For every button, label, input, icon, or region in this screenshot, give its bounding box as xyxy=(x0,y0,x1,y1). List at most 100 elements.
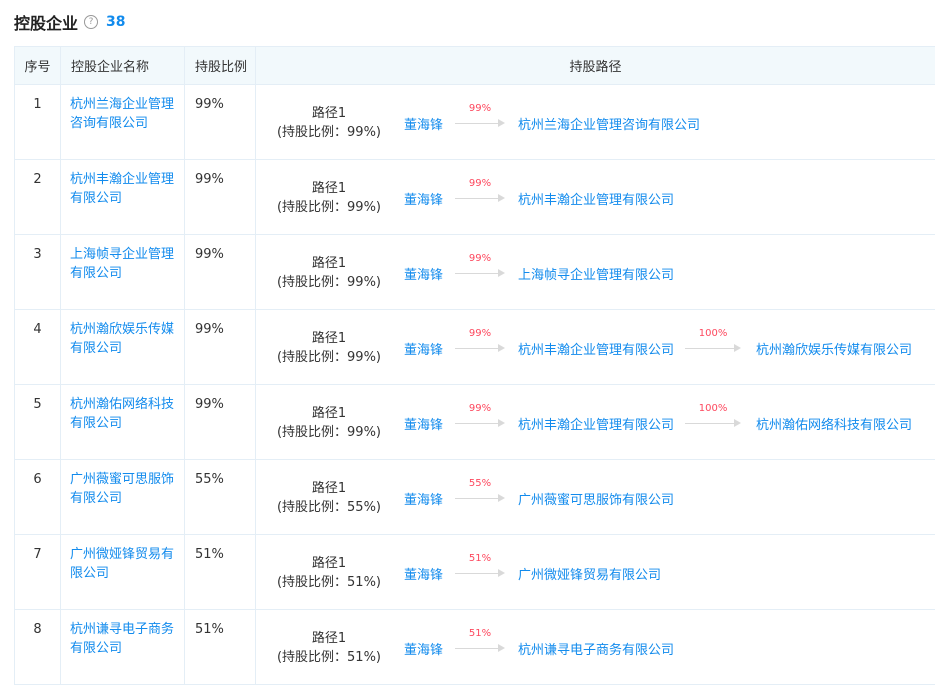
company-name-line: 杭州瀚佑网络科技 xyxy=(70,395,178,414)
company-name-link[interactable]: 杭州谦寻电子商务有限公司 xyxy=(61,610,184,658)
path-step-percent: 100% xyxy=(685,328,741,339)
table-row: 7广州微娅锋贸易有限公司51%路径1(持股比例：51%)董海锋51%广州微娅锋贸… xyxy=(15,535,935,610)
holding-ratio: 55% xyxy=(185,460,255,489)
holding-companies-table: 序号 控股企业名称 持股比例 持股路径 1杭州兰海企业管理咨询有限公司99%路径… xyxy=(14,46,935,685)
company-name-link[interactable]: 杭州丰瀚企业管理有限公司 xyxy=(61,160,184,208)
arrow-head xyxy=(498,644,505,652)
ratio-cell: 51% xyxy=(185,610,256,685)
path-company-link[interactable]: 杭州兰海企业管理咨询有限公司 xyxy=(518,114,700,133)
table-row: 8杭州谦寻电子商务有限公司51%路径1(持股比例：51%)董海锋51%杭州谦寻电… xyxy=(15,610,935,685)
path-company-link[interactable]: 杭州丰瀚企业管理有限公司 xyxy=(518,339,674,358)
path-chain: 董海锋99%杭州丰瀚企业管理有限公司 xyxy=(404,188,674,208)
shareholder-link[interactable]: 董海锋 xyxy=(404,114,443,133)
company-name-link[interactable]: 杭州瀚佑网络科技有限公司 xyxy=(61,385,184,433)
arrow-head xyxy=(498,119,505,127)
path-company-link[interactable]: 杭州瀚佑网络科技有限公司 xyxy=(756,414,912,433)
path-step-percent: 100% xyxy=(685,403,741,414)
path-label: 路径1(持股比例：99%) xyxy=(256,404,402,442)
holding-ratio: 99% xyxy=(185,235,255,264)
company-name-line: 有限公司 xyxy=(70,264,178,283)
path-company-link[interactable]: 杭州丰瀚企业管理有限公司 xyxy=(518,414,674,433)
path-title: 路径1 xyxy=(256,404,402,423)
holding-path-cell: 路径1(持股比例：99%)董海锋99%杭州丰瀚企业管理有限公司 xyxy=(256,160,935,235)
row-index-cell: 7 xyxy=(15,535,61,610)
holding-path-cell: 路径1(持股比例：51%)董海锋51%广州微娅锋贸易有限公司 xyxy=(256,535,935,610)
path-title: 路径1 xyxy=(256,554,402,573)
path-chain: 董海锋99%上海帧寻企业管理有限公司 xyxy=(404,263,674,283)
company-name-cell: 杭州瀚佑网络科技有限公司 xyxy=(61,385,185,460)
path-company-link[interactable]: 上海帧寻企业管理有限公司 xyxy=(518,264,674,283)
shareholder-link[interactable]: 董海锋 xyxy=(404,489,443,508)
company-name-line: 有限公司 xyxy=(70,339,178,358)
shareholder-link[interactable]: 董海锋 xyxy=(404,339,443,358)
ratio-cell: 51% xyxy=(185,535,256,610)
arrow-line xyxy=(455,198,499,199)
company-name-line: 杭州丰瀚企业管理 xyxy=(70,170,178,189)
shareholder-link[interactable]: 董海锋 xyxy=(404,189,443,208)
arrow-line xyxy=(455,573,499,574)
holding-ratio: 99% xyxy=(185,310,255,339)
company-name-link[interactable]: 杭州兰海企业管理咨询有限公司 xyxy=(61,85,184,133)
company-name-link[interactable]: 广州薇蜜可思服饰有限公司 xyxy=(61,460,184,508)
ratio-cell: 99% xyxy=(185,235,256,310)
shareholder-link[interactable]: 董海锋 xyxy=(404,564,443,583)
arrow-head xyxy=(734,419,741,427)
path-title: 路径1 xyxy=(256,479,402,498)
row-index: 1 xyxy=(15,95,60,114)
path-title: 路径1 xyxy=(256,254,402,273)
company-name-line: 咨询有限公司 xyxy=(70,114,178,133)
path-ratio: (持股比例：51%) xyxy=(256,573,402,592)
row-index: 6 xyxy=(15,470,60,489)
ratio-cell: 99% xyxy=(185,85,256,160)
row-index: 4 xyxy=(15,320,60,339)
arrow-line xyxy=(455,423,499,424)
path-step-percent: 99% xyxy=(455,103,505,114)
arrow-line xyxy=(455,648,499,649)
path-company-link[interactable]: 杭州瀚欣娱乐传媒有限公司 xyxy=(756,339,912,358)
company-name-line: 杭州谦寻电子商务 xyxy=(70,620,178,639)
path-step-percent: 99% xyxy=(455,403,505,414)
path-step-percent: 55% xyxy=(455,478,505,489)
company-name-link[interactable]: 杭州瀚欣娱乐传媒有限公司 xyxy=(61,310,184,358)
path-ratio: (持股比例：55%) xyxy=(256,498,402,517)
company-name-line: 杭州兰海企业管理 xyxy=(70,95,178,114)
arrow-head xyxy=(498,569,505,577)
holding-ratio: 99% xyxy=(185,385,255,414)
path-title: 路径1 xyxy=(256,179,402,198)
holding-path-cell: 路径1(持股比例：99%)董海锋99%上海帧寻企业管理有限公司 xyxy=(256,235,935,310)
company-name-cell: 杭州兰海企业管理咨询有限公司 xyxy=(61,85,185,160)
arrow-line xyxy=(685,423,735,424)
question-circle-icon[interactable]: ? xyxy=(84,15,98,29)
company-name-cell: 杭州丰瀚企业管理有限公司 xyxy=(61,160,185,235)
row-index: 5 xyxy=(15,395,60,414)
path-company-link[interactable]: 广州微娅锋贸易有限公司 xyxy=(518,564,661,583)
table-row: 5杭州瀚佑网络科技有限公司99%路径1(持股比例：99%)董海锋99%杭州丰瀚企… xyxy=(15,385,935,460)
company-name-link[interactable]: 上海帧寻企业管理有限公司 xyxy=(61,235,184,283)
path-company-link[interactable]: 广州薇蜜可思服饰有限公司 xyxy=(518,489,674,508)
path-label: 路径1(持股比例：99%) xyxy=(256,104,402,142)
column-header-path: 持股路径 xyxy=(256,47,935,85)
company-name-line: 广州薇蜜可思服饰 xyxy=(70,470,178,489)
row-index-cell: 1 xyxy=(15,85,61,160)
holding-path-cell: 路径1(持股比例：99%)董海锋99%杭州丰瀚企业管理有限公司100%杭州瀚欣娱… xyxy=(256,310,935,385)
holding-ratio: 51% xyxy=(185,610,255,639)
path-chain: 董海锋99%杭州丰瀚企业管理有限公司100%杭州瀚佑网络科技有限公司 xyxy=(404,413,912,433)
path-company-link[interactable]: 杭州丰瀚企业管理有限公司 xyxy=(518,189,674,208)
path-company-link[interactable]: 杭州谦寻电子商务有限公司 xyxy=(518,639,674,658)
shareholder-link[interactable]: 董海锋 xyxy=(404,264,443,283)
path-title: 路径1 xyxy=(256,104,402,123)
path-ratio: (持股比例：99%) xyxy=(256,198,402,217)
arrow-line xyxy=(685,348,735,349)
company-name-cell: 广州微娅锋贸易有限公司 xyxy=(61,535,185,610)
path-step-percent: 99% xyxy=(455,178,505,189)
arrow-head xyxy=(498,344,505,352)
company-name-line: 有限公司 xyxy=(70,189,178,208)
arrow-line xyxy=(455,348,499,349)
shareholder-link[interactable]: 董海锋 xyxy=(404,639,443,658)
company-name-cell: 广州薇蜜可思服饰有限公司 xyxy=(61,460,185,535)
path-label: 路径1(持股比例：99%) xyxy=(256,329,402,367)
arrow-head xyxy=(498,419,505,427)
company-name-link[interactable]: 广州微娅锋贸易有限公司 xyxy=(61,535,184,583)
shareholder-link[interactable]: 董海锋 xyxy=(404,414,443,433)
path-chain: 董海锋51%广州微娅锋贸易有限公司 xyxy=(404,563,661,583)
